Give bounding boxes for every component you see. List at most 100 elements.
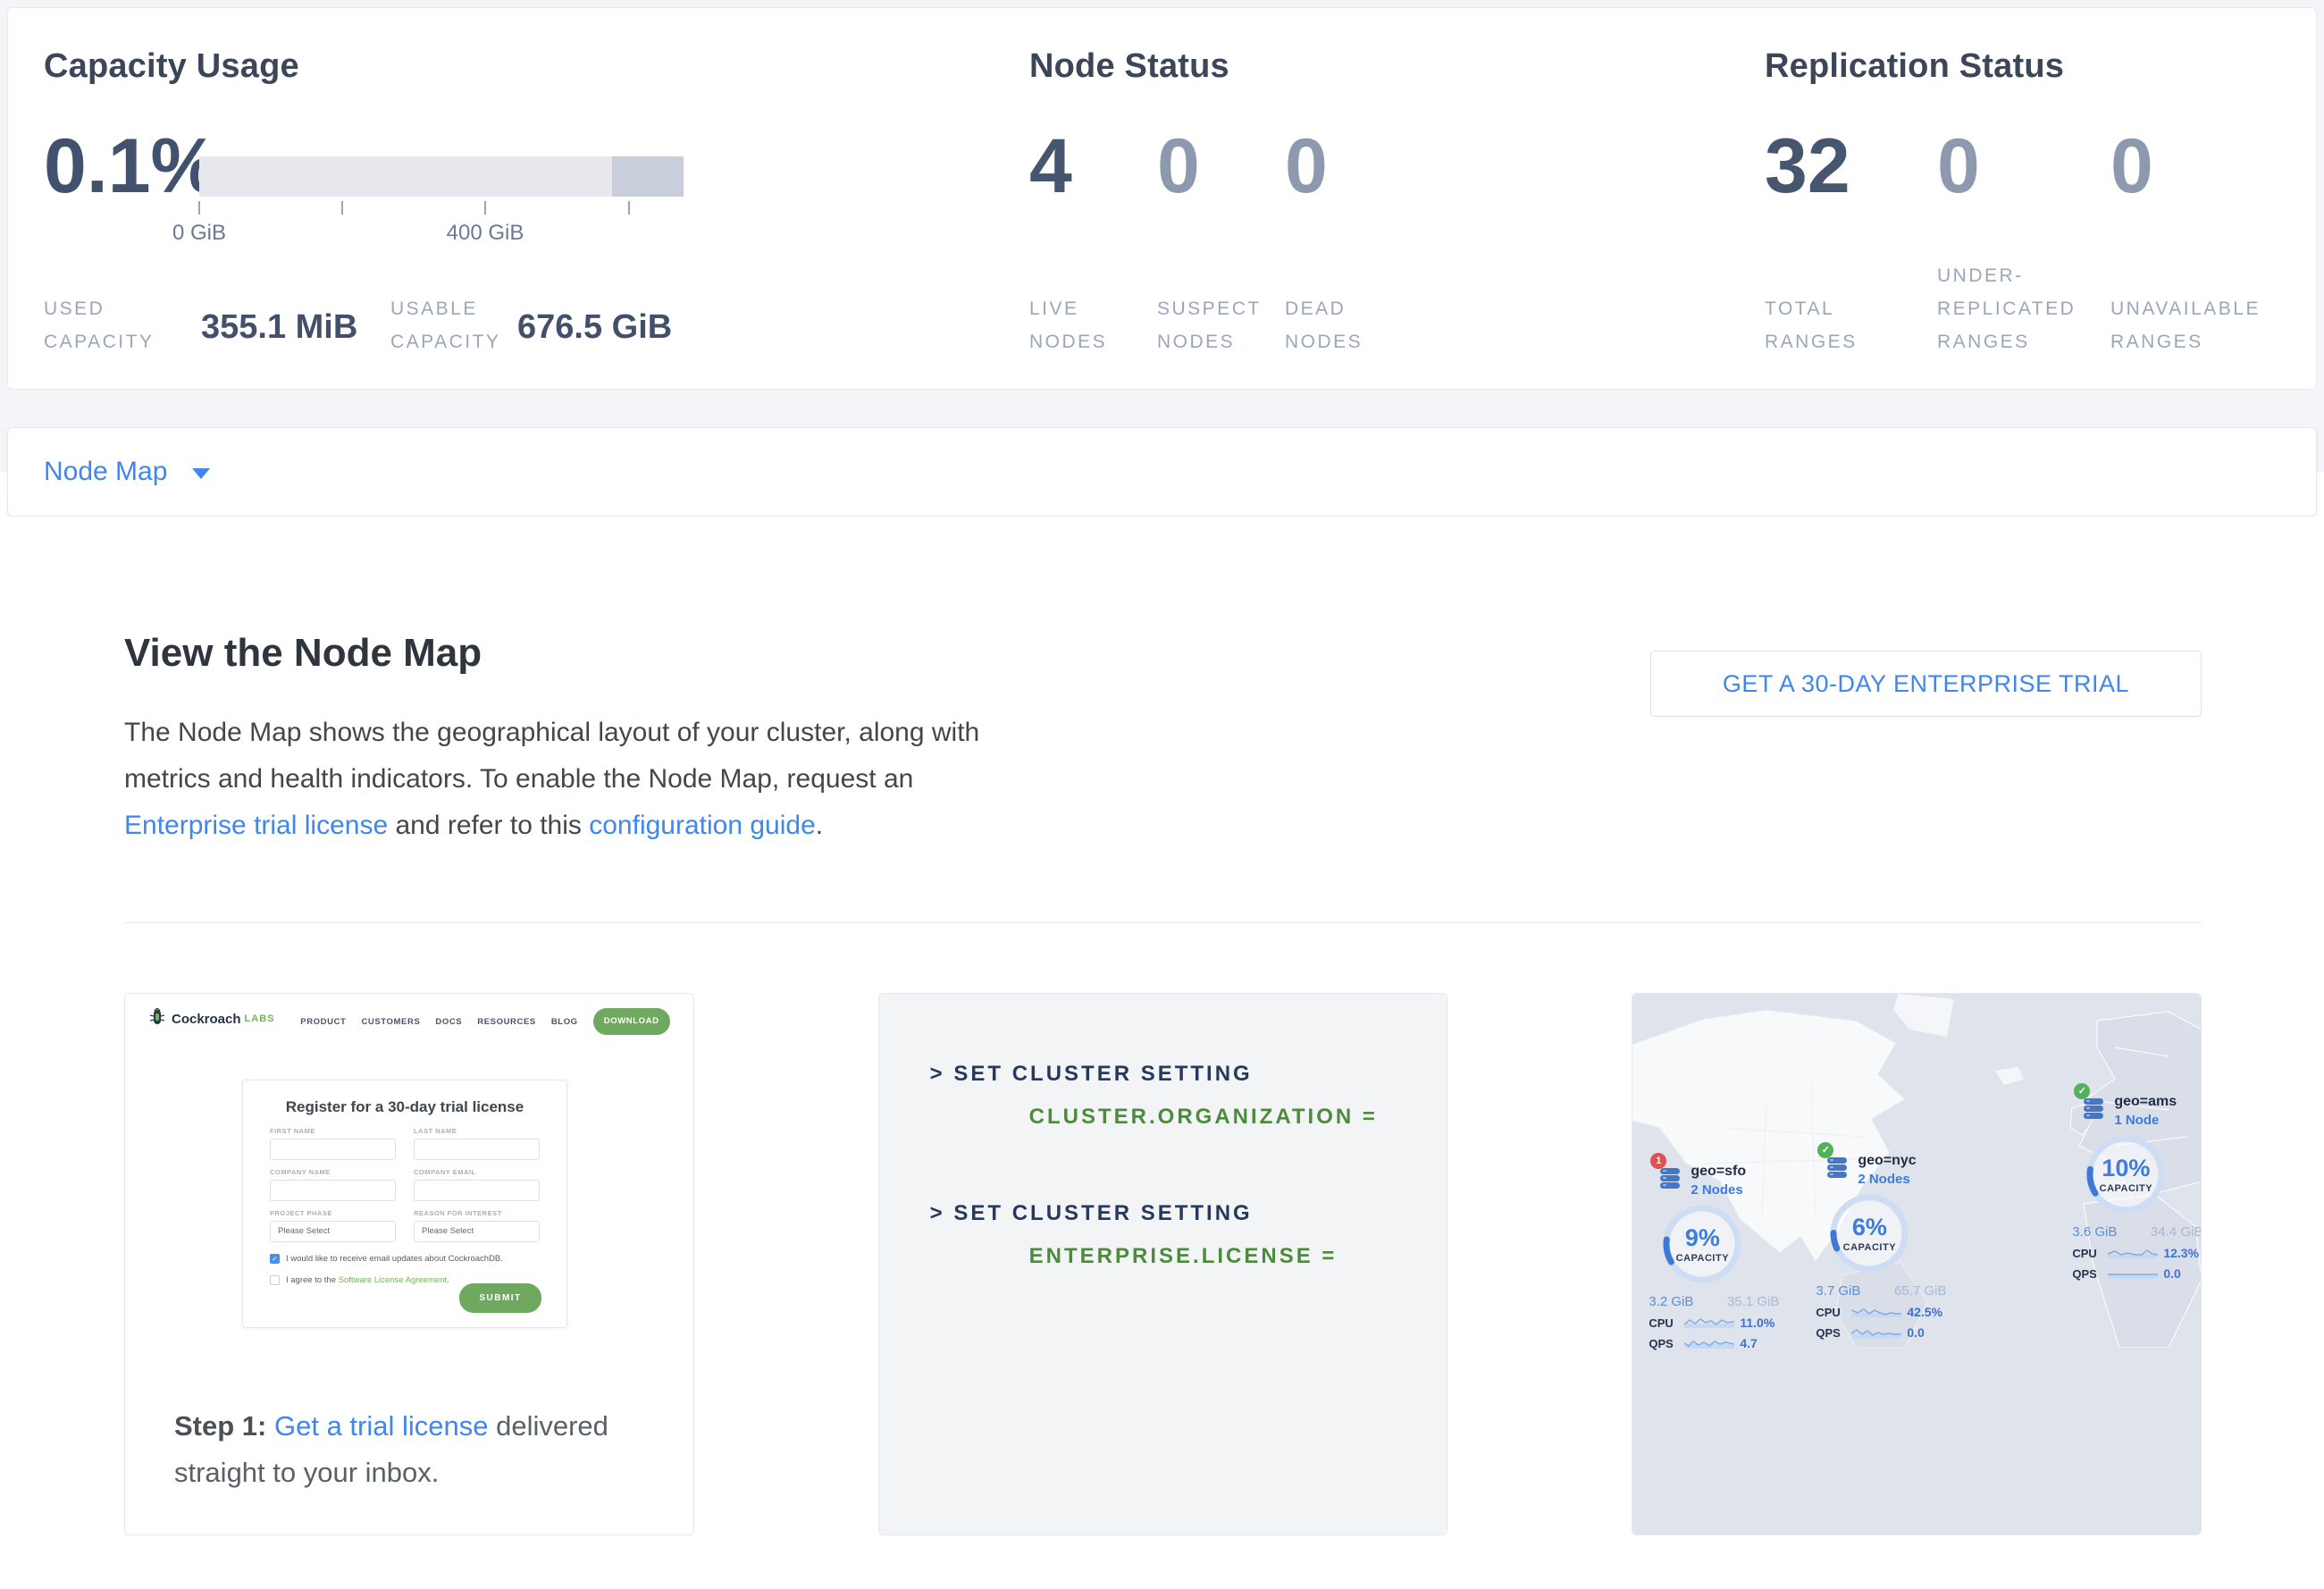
nav-item: CUSTOMERS [361,1017,420,1027]
company-email-field: COMPANY EMAIL [414,1168,540,1201]
download-button: DOWNLOAD [593,1008,670,1035]
suspect-nodes-value: 0 [1157,128,1200,205]
live-nodes-value: 4 [1029,128,1072,205]
sql-line: > SET CLUSTER SETTING [930,1062,1253,1087]
trial-registration-form: Register for a 30-day trial license FIRS… [242,1080,567,1328]
replication-status-title: Replication Status [1765,47,2064,86]
checkbox-checked-icon: ✓ [270,1254,280,1264]
cpu-sparkline [1851,1305,1901,1319]
trial-site-screenshot: Cockroach LABS PRODUCT CUSTOMERS DOCS RE… [125,994,693,1348]
enterprise-trial-license-link[interactable]: Enterprise trial license [124,811,388,840]
locality-name: geo=sfo [1691,1164,1746,1180]
usable-capacity-value: 676.5 GiB [517,308,672,347]
node-map-preview: 1 geo=sfo 2 Nodes [1632,994,2201,1534]
axis-tick-label: 0 GiB [128,221,271,246]
used-capacity-label: USED CAPACITY [44,292,154,358]
summary-section: Capacity Usage 0.1% 0 GiB 400 GiB USED C… [0,0,2324,427]
nav-item: DOCS [435,1017,462,1027]
cockroach-logo-icon [148,1008,166,1030]
project-phase-select: PROJECT PHASEPlease Select [270,1209,396,1242]
capacity-label: CAPACITY [1659,1253,1745,1264]
configuration-guide-link[interactable]: configuration guide [589,811,816,840]
node-count: 2 Nodes [1858,1172,1916,1187]
qps-sparkline [1684,1336,1734,1350]
used-capacity-value: 355.1 MiB [201,308,357,347]
divider [124,922,2202,923]
axis-tick [198,201,200,214]
total-ranges-value: 32 [1765,128,1850,205]
chevron-down-icon[interactable] [192,468,210,479]
intro-paragraph: The Node Map shows the geographical layo… [124,710,986,849]
capacity-arc: 9% CAPACITY [1659,1201,1745,1287]
capacity-bar-used-segment [612,156,684,197]
get-trial-license-link[interactable]: Get a trial license [274,1410,489,1442]
total-capacity: 34.4 GiB [2151,1224,2202,1240]
get-enterprise-trial-button[interactable]: GET A 30-DAY ENTERPRISE TRIAL [1650,651,2202,717]
capacity-percent: 9% [1659,1224,1745,1252]
cpu-sparkline [1684,1316,1734,1330]
node-count: 1 Node [2114,1113,2177,1128]
capacity-percent: 0.1% [44,128,219,205]
last-name-field: LAST NAME [414,1127,540,1160]
company-name-field: COMPANY NAME [270,1168,396,1201]
qps-row: QPS 0.0 [2072,1266,2202,1281]
software-license-agreement-link: Software License Agreement. [339,1275,449,1285]
total-capacity: 65.7 GiB [1894,1283,1946,1299]
capacity-arc: 6% CAPACITY [1826,1190,1912,1276]
nav-item: BLOG [551,1017,578,1027]
node-map-dropdown[interactable]: Node Map [44,457,167,487]
map-node-sfo[interactable]: 1 geo=sfo 2 Nodes [1649,1164,1791,1350]
locality-name: geo=ams [2114,1094,2177,1110]
sql-commands-panel: > SET CLUSTER SETTING CLUSTER.ORGANIZATI… [879,994,1447,1534]
qps-sparkline [1851,1325,1901,1340]
cockroach-labs-logo: Cockroach LABS [148,1008,274,1030]
capacity-label: CAPACITY [1826,1242,1912,1253]
suspect-nodes-label: SUSPECT NODES [1157,292,1262,358]
capacity-usage-title: Capacity Usage [44,47,299,86]
step3-text: Step 3: Follow this guide to configure l… [1632,1534,2201,1535]
view-selector-wrap: Node Map [0,427,2324,517]
axis-tick [628,201,630,214]
submit-button: SUBMIT [459,1283,541,1313]
email-updates-checkbox-row: ✓ I would like to receive email updates … [270,1254,540,1264]
cpu-row: CPU 12.3% [2072,1246,2202,1260]
total-capacity: 35.1 GiB [1727,1294,1779,1309]
cpu-row: CPU 42.5% [1816,1305,1955,1319]
step3-card: 1 geo=sfo 2 Nodes [1632,993,2202,1535]
node-map-enablement-section: View the Node Map The Node Map shows the… [0,517,2324,1535]
unavailable-ranges-value: 0 [2110,128,2153,205]
locality-name: geo=nyc [1858,1153,1916,1169]
node-status-title: Node Status [1029,47,1229,86]
dead-nodes-label: DEAD NODES [1285,292,1363,358]
checkbox-unchecked-icon [270,1275,280,1285]
form-title: Register for a 30-day trial license [243,1098,566,1116]
capacity-percent: 10% [2083,1155,2169,1182]
map-node-ams[interactable]: ✓ geo=ams 1 Node [2072,1094,2202,1281]
summary-card: Capacity Usage 0.1% 0 GiB 400 GiB USED C… [7,7,2317,390]
step2-text: Step 2: Activate the trial license with … [879,1534,1447,1535]
database-icon [2081,1096,2106,1121]
used-capacity: 3.2 GiB [1649,1294,1693,1309]
map-node-nyc[interactable]: ✓ geo=nyc 2 Nodes [1816,1153,1959,1340]
cpu-row: CPU 11.0% [1649,1316,1788,1330]
reason-for-interest-select: REASON FOR INTERESTPlease Select [414,1209,540,1242]
steps-row: Cockroach LABS PRODUCT CUSTOMERS DOCS RE… [124,993,2202,1535]
axis-tick [484,201,486,214]
cluster-overview-page: Capacity Usage 0.1% 0 GiB 400 GiB USED C… [0,0,2324,1589]
usable-capacity-label: USABLE CAPACITY [390,292,500,358]
used-capacity: 3.7 GiB [1816,1283,1860,1299]
view-selector-bar: Node Map [7,427,2317,517]
database-icon [1825,1155,1850,1180]
sql-line: CLUSTER.ORGANIZATION = [1029,1105,1378,1130]
step2-card: > SET CLUSTER SETTING CLUSTER.ORGANIZATI… [878,993,1448,1535]
under-replicated-ranges-label: UNDER- REPLICATED RANGES [1937,259,2076,358]
total-ranges-label: TOTAL RANGES [1765,292,1858,358]
qps-sparkline [2108,1266,2158,1281]
trial-site-nav: PRODUCT CUSTOMERS DOCS RESOURCES BLOG DO… [300,1008,669,1035]
axis-tick [341,201,343,214]
capacity-arc: 10% CAPACITY [2083,1131,2169,1217]
under-replicated-ranges-value: 0 [1937,128,1980,205]
trial-site-image: Cockroach LABS PRODUCT CUSTOMERS DOCS RE… [125,994,693,1348]
sql-line: > SET CLUSTER SETTING [930,1201,1253,1226]
unavailable-ranges-label: UNAVAILABLE RANGES [2110,292,2261,358]
